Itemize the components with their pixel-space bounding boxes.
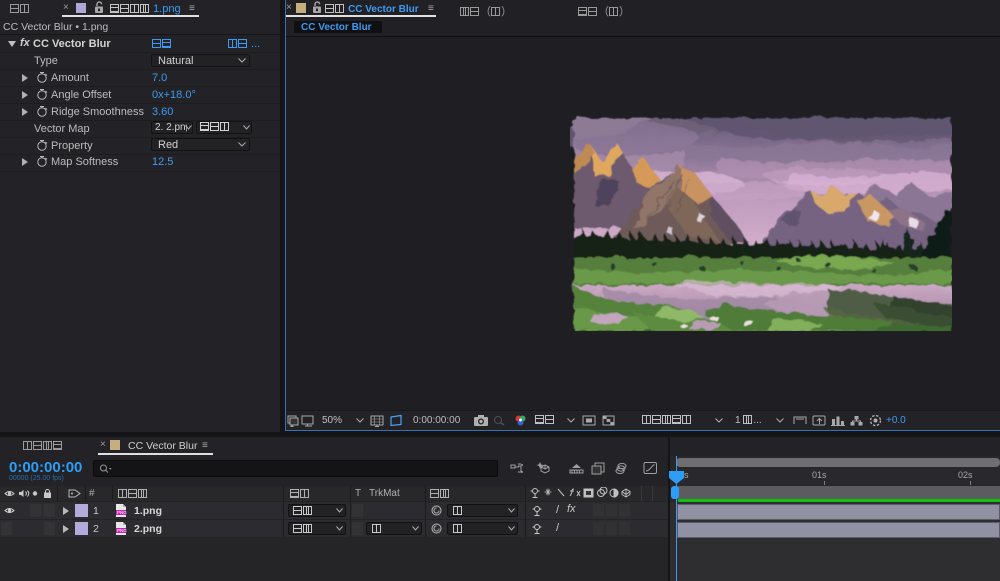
svg-text:PNG: PNG	[117, 510, 127, 515]
svg-text:PNG: PNG	[117, 528, 127, 533]
